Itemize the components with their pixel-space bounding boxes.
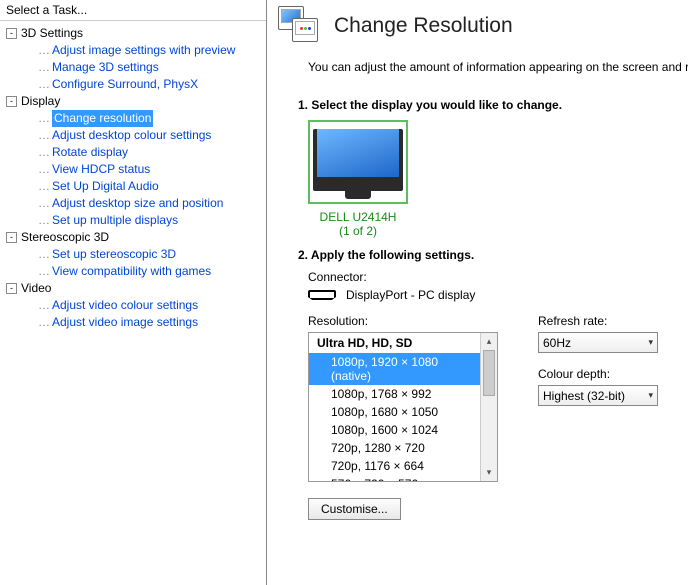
tree-link[interactable]: Adjust video image settings bbox=[52, 314, 198, 331]
tree-item[interactable]: …Set up multiple displays bbox=[0, 212, 266, 229]
tree-item[interactable]: …Change resolution bbox=[0, 110, 266, 127]
list-group-header: Ultra HD, HD, SD bbox=[309, 333, 480, 353]
resolution-option[interactable]: 1080p, 1920 × 1080 (native) bbox=[309, 353, 480, 385]
resolution-option[interactable]: 1080p, 1768 × 992 bbox=[309, 385, 480, 403]
monitor-icon bbox=[313, 129, 403, 191]
collapse-icon[interactable]: - bbox=[6, 283, 17, 294]
step1-label: 1. Select the display you would like to … bbox=[298, 98, 658, 112]
tree-item[interactable]: …Set Up Digital Audio bbox=[0, 178, 266, 195]
tree-link[interactable]: View HDCP status bbox=[52, 161, 150, 178]
tree-item[interactable]: …View HDCP status bbox=[0, 161, 266, 178]
task-tree: -3D Settings…Adjust image settings with … bbox=[0, 21, 266, 585]
collapse-icon[interactable]: - bbox=[6, 96, 17, 107]
colour-depth-select[interactable]: Highest (32-bit) ▾ bbox=[538, 385, 658, 406]
chevron-down-icon: ▾ bbox=[648, 337, 653, 348]
resolution-option[interactable]: 1080p, 1680 × 1050 bbox=[309, 403, 480, 421]
scrollbar[interactable]: ▴ ▾ bbox=[480, 333, 497, 481]
resolution-icon bbox=[278, 6, 322, 46]
page-subtitle: You can adjust the amount of information… bbox=[268, 60, 688, 88]
resolution-option[interactable]: 576p, 720 × 576 bbox=[309, 475, 480, 482]
tree-link[interactable]: Change resolution bbox=[52, 110, 153, 127]
tree-link[interactable]: Manage 3D settings bbox=[52, 59, 159, 76]
tree-item[interactable]: …Adjust video colour settings bbox=[0, 297, 266, 314]
monitor-option[interactable]: DELL U2414H(1 of 2) bbox=[308, 120, 408, 238]
tree-item[interactable]: …View compatibility with games bbox=[0, 263, 266, 280]
tree-link[interactable]: Set up stereoscopic 3D bbox=[52, 246, 176, 263]
tree-item[interactable]: …Adjust desktop colour settings bbox=[0, 127, 266, 144]
resolution-list[interactable]: Ultra HD, HD, SD1080p, 1920 × 1080 (nati… bbox=[308, 332, 498, 482]
tree-item[interactable]: …Adjust video image settings bbox=[0, 314, 266, 331]
tree-item[interactable]: …Rotate display bbox=[0, 144, 266, 161]
scroll-up-icon[interactable]: ▴ bbox=[481, 333, 497, 350]
tree-link[interactable]: Rotate display bbox=[52, 144, 128, 161]
scroll-down-icon[interactable]: ▾ bbox=[481, 464, 497, 481]
customise-button[interactable]: Customise... bbox=[308, 498, 401, 520]
tree-item[interactable]: …Manage 3D settings bbox=[0, 59, 266, 76]
refresh-rate-select[interactable]: 60Hz ▾ bbox=[538, 332, 658, 353]
scroll-thumb[interactable] bbox=[483, 350, 495, 396]
tree-group[interactable]: -Video bbox=[0, 280, 266, 297]
connector-label: Connector: bbox=[308, 270, 658, 284]
refresh-rate-label: Refresh rate: bbox=[538, 314, 658, 328]
tree-group[interactable]: -Stereoscopic 3D bbox=[0, 229, 266, 246]
sidebar-header: Select a Task... bbox=[0, 0, 266, 21]
tree-item[interactable]: …Adjust desktop size and position bbox=[0, 195, 266, 212]
tree-group[interactable]: -Display bbox=[0, 93, 266, 110]
resolution-option[interactable]: 720p, 1280 × 720 bbox=[309, 439, 480, 457]
tree-link[interactable]: Set up multiple displays bbox=[52, 212, 178, 229]
tree-link[interactable]: Set Up Digital Audio bbox=[52, 178, 159, 195]
tree-item[interactable]: …Set up stereoscopic 3D bbox=[0, 246, 266, 263]
page-header: Change Resolution bbox=[268, 0, 688, 60]
sidebar: Select a Task... -3D Settings…Adjust ima… bbox=[0, 0, 267, 585]
displayport-icon bbox=[308, 290, 336, 300]
page-title: Change Resolution bbox=[334, 14, 513, 38]
tree-link[interactable]: Adjust desktop size and position bbox=[52, 195, 223, 212]
connector-value: DisplayPort - PC display bbox=[346, 288, 475, 302]
tree-group[interactable]: -3D Settings bbox=[0, 25, 266, 42]
collapse-icon[interactable]: - bbox=[6, 232, 17, 243]
chevron-down-icon: ▾ bbox=[648, 390, 653, 401]
colour-depth-label: Colour depth: bbox=[538, 367, 658, 381]
collapse-icon[interactable]: - bbox=[6, 28, 17, 39]
tree-link[interactable]: Adjust video colour settings bbox=[52, 297, 198, 314]
tree-link[interactable]: Adjust image settings with preview bbox=[52, 42, 235, 59]
tree-link[interactable]: Adjust desktop colour settings bbox=[52, 127, 211, 144]
monitor-name: DELL U2414H(1 of 2) bbox=[308, 210, 408, 238]
tree-link[interactable]: View compatibility with games bbox=[52, 263, 211, 280]
tree-item[interactable]: …Configure Surround, PhysX bbox=[0, 76, 266, 93]
tree-item[interactable]: …Adjust image settings with preview bbox=[0, 42, 266, 59]
main-panel: Change Resolution You can adjust the amo… bbox=[267, 0, 688, 585]
resolution-option[interactable]: 720p, 1176 × 664 bbox=[309, 457, 480, 475]
tree-link[interactable]: Configure Surround, PhysX bbox=[52, 76, 198, 93]
resolution-label: Resolution: bbox=[308, 314, 498, 328]
step2-label: 2. Apply the following settings. bbox=[298, 248, 658, 262]
resolution-option[interactable]: 1080p, 1600 × 1024 bbox=[309, 421, 480, 439]
